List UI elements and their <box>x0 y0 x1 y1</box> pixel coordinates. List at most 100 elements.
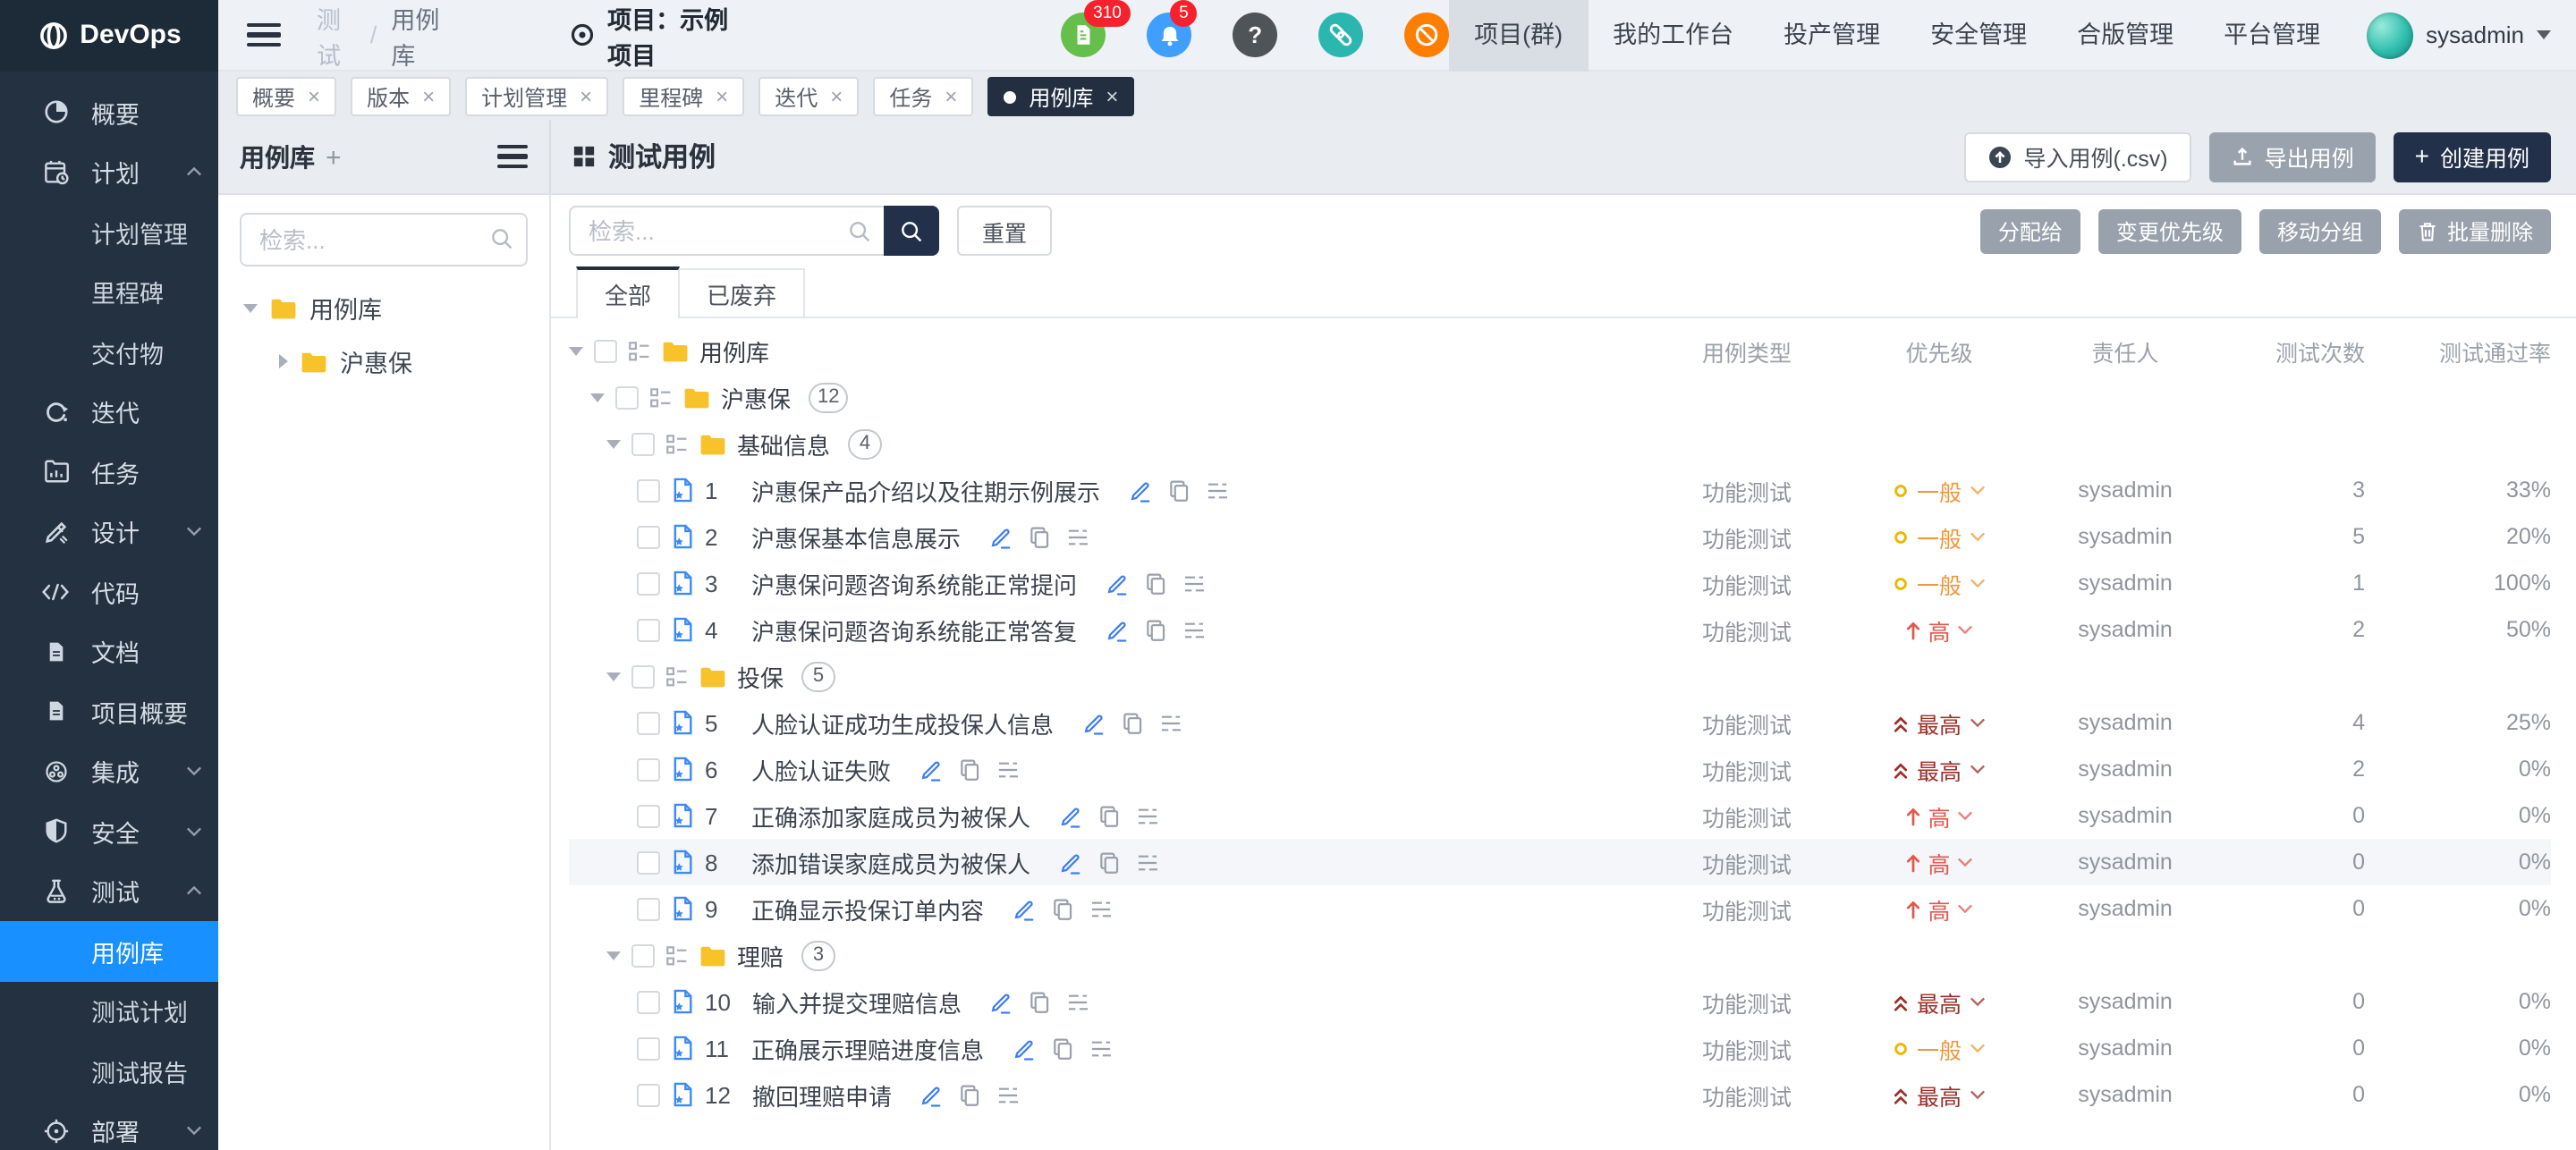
export-cases-button[interactable]: 导出用例 <box>2209 131 2376 182</box>
bulk-delete-button[interactable]: 批量删除 <box>2399 208 2551 253</box>
checkbox[interactable] <box>637 571 660 595</box>
case-title[interactable]: 人脸认证失败 <box>751 752 891 786</box>
detail-icon[interactable] <box>996 759 1020 779</box>
case-title[interactable]: 沪惠保问题咨询系统能正常答复 <box>751 613 1077 647</box>
priority-dropdown[interactable]: 最高 <box>1894 985 1985 1019</box>
tree-node[interactable]: 用例库 <box>218 281 549 334</box>
edit-icon[interactable] <box>920 1083 944 1106</box>
checkbox[interactable] <box>637 757 660 781</box>
case-title[interactable]: 撤回理赔申请 <box>752 1078 892 1112</box>
close-icon[interactable]: × <box>580 84 592 109</box>
detail-icon[interactable] <box>1089 899 1113 918</box>
checkbox[interactable] <box>631 432 655 455</box>
sidebar-item[interactable]: 迭代 <box>0 382 218 442</box>
sidebar-item[interactable]: 集成 <box>0 741 218 801</box>
user-menu[interactable]: sysadmin <box>2345 12 2576 58</box>
copy-icon[interactable] <box>1052 897 1073 920</box>
detail-icon[interactable] <box>1066 527 1089 546</box>
checkbox[interactable] <box>637 711 660 734</box>
sidebar-item[interactable]: 计划 <box>0 142 218 202</box>
open-tab[interactable]: 概要× <box>236 77 336 116</box>
move-group-button[interactable]: 移动分组 <box>2259 208 2381 253</box>
sidebar-item[interactable]: 概要 <box>0 82 218 142</box>
checkbox[interactable] <box>637 618 660 641</box>
sidebar-subitem[interactable]: 交付物 <box>0 322 218 382</box>
close-icon[interactable]: × <box>308 84 320 109</box>
checkbox[interactable] <box>637 1083 660 1106</box>
edit-icon[interactable] <box>989 525 1013 548</box>
priority-dropdown[interactable]: 一般 <box>1894 520 1985 554</box>
create-case-button[interactable]: +创建用例 <box>2394 131 2551 182</box>
detail-icon[interactable] <box>1182 620 1206 639</box>
open-tab[interactable]: 任务× <box>873 77 973 116</box>
case-search-input[interactable] <box>569 206 884 256</box>
panel-menu-icon[interactable] <box>497 145 528 168</box>
sidebar-item[interactable]: 文档 <box>0 622 218 681</box>
checkbox[interactable] <box>637 990 660 1013</box>
detail-icon[interactable] <box>1206 480 1229 500</box>
priority-dropdown[interactable]: 高 <box>1904 799 1973 833</box>
sidebar-item[interactable]: 设计 <box>0 502 218 562</box>
group-label[interactable]: 投保 <box>737 659 784 693</box>
priority-dropdown[interactable]: 高 <box>1904 613 1973 647</box>
open-tab[interactable]: 里程碑× <box>623 77 744 116</box>
sidebar-item[interactable]: 代码 <box>0 562 218 622</box>
close-icon[interactable]: × <box>1106 84 1118 109</box>
open-tab[interactable]: 用例库× <box>987 77 1134 116</box>
collapse-arrow-icon[interactable] <box>243 303 258 312</box>
priority-dropdown[interactable]: 最高 <box>1894 1078 1985 1112</box>
topnav-item[interactable]: 我的工作台 <box>1588 0 1758 71</box>
group-label[interactable]: 沪惠保 <box>721 380 791 414</box>
import-cases-button[interactable]: 导入用例(.csv) <box>1964 131 2190 182</box>
checkbox[interactable] <box>637 1036 660 1060</box>
sidebar-item[interactable]: 部署 <box>0 1101 218 1150</box>
detail-icon[interactable] <box>1089 1038 1113 1058</box>
app-logo[interactable]: DevOps <box>0 0 218 71</box>
checkbox[interactable] <box>637 525 660 548</box>
detail-icon[interactable] <box>1067 992 1090 1011</box>
detail-icon[interactable] <box>1182 573 1206 593</box>
checkbox[interactable] <box>637 897 660 920</box>
close-icon[interactable]: × <box>716 84 728 109</box>
detail-icon[interactable] <box>1136 806 1159 825</box>
edit-icon[interactable] <box>1059 804 1082 827</box>
close-icon[interactable]: × <box>422 84 435 109</box>
collapse-arrow-icon[interactable] <box>569 346 583 355</box>
priority-dropdown[interactable]: 高 <box>1904 892 1973 926</box>
close-icon[interactable]: × <box>830 84 843 109</box>
edit-icon[interactable] <box>919 757 943 781</box>
close-icon[interactable]: × <box>945 84 957 109</box>
reset-button[interactable]: 重置 <box>957 206 1052 256</box>
sidebar-item[interactable]: 安全 <box>0 801 218 861</box>
project-selector[interactable]: 项目：示例项目 <box>568 0 746 71</box>
checkbox[interactable] <box>594 339 617 362</box>
topnav-item[interactable]: 合版管理 <box>2052 0 2199 71</box>
priority-dropdown[interactable]: 最高 <box>1894 752 1985 786</box>
edit-icon[interactable] <box>1013 1036 1036 1060</box>
sidebar-subitem[interactable]: 测试计划 <box>0 981 218 1041</box>
detail-icon[interactable] <box>1136 852 1159 872</box>
topnav-item[interactable]: 安全管理 <box>1905 0 2052 71</box>
copy-icon[interactable] <box>960 1083 981 1106</box>
sidebar-subitem[interactable]: 里程碑 <box>0 262 218 322</box>
wiki-doc-icon[interactable]: 310 <box>1061 13 1106 57</box>
edit-icon[interactable] <box>1082 711 1106 734</box>
open-tab[interactable]: 版本× <box>351 77 451 116</box>
blocked-bug-icon[interactable] <box>1404 13 1449 57</box>
open-tab[interactable]: 迭代× <box>758 77 859 116</box>
detail-icon[interactable] <box>997 1085 1021 1104</box>
copy-icon[interactable] <box>1122 711 1143 734</box>
checkbox[interactable] <box>637 478 660 502</box>
add-library-button[interactable]: + <box>326 142 342 173</box>
sidebar-subitem[interactable]: 用例库 <box>0 921 218 981</box>
case-title[interactable]: 添加错误家庭成员为被保人 <box>751 845 1030 879</box>
priority-dropdown[interactable]: 最高 <box>1894 706 1985 740</box>
checkbox[interactable] <box>615 385 639 409</box>
copy-icon[interactable] <box>1098 850 1120 874</box>
assign-to-button[interactable]: 分配给 <box>1980 208 2080 253</box>
menu-toggle-icon[interactable] <box>247 22 281 47</box>
copy-icon[interactable] <box>1098 804 1120 827</box>
cases-tab[interactable]: 全部 <box>576 266 680 318</box>
sidebar-subitem[interactable]: 计划管理 <box>0 202 218 262</box>
expand-arrow-icon[interactable] <box>279 354 288 368</box>
